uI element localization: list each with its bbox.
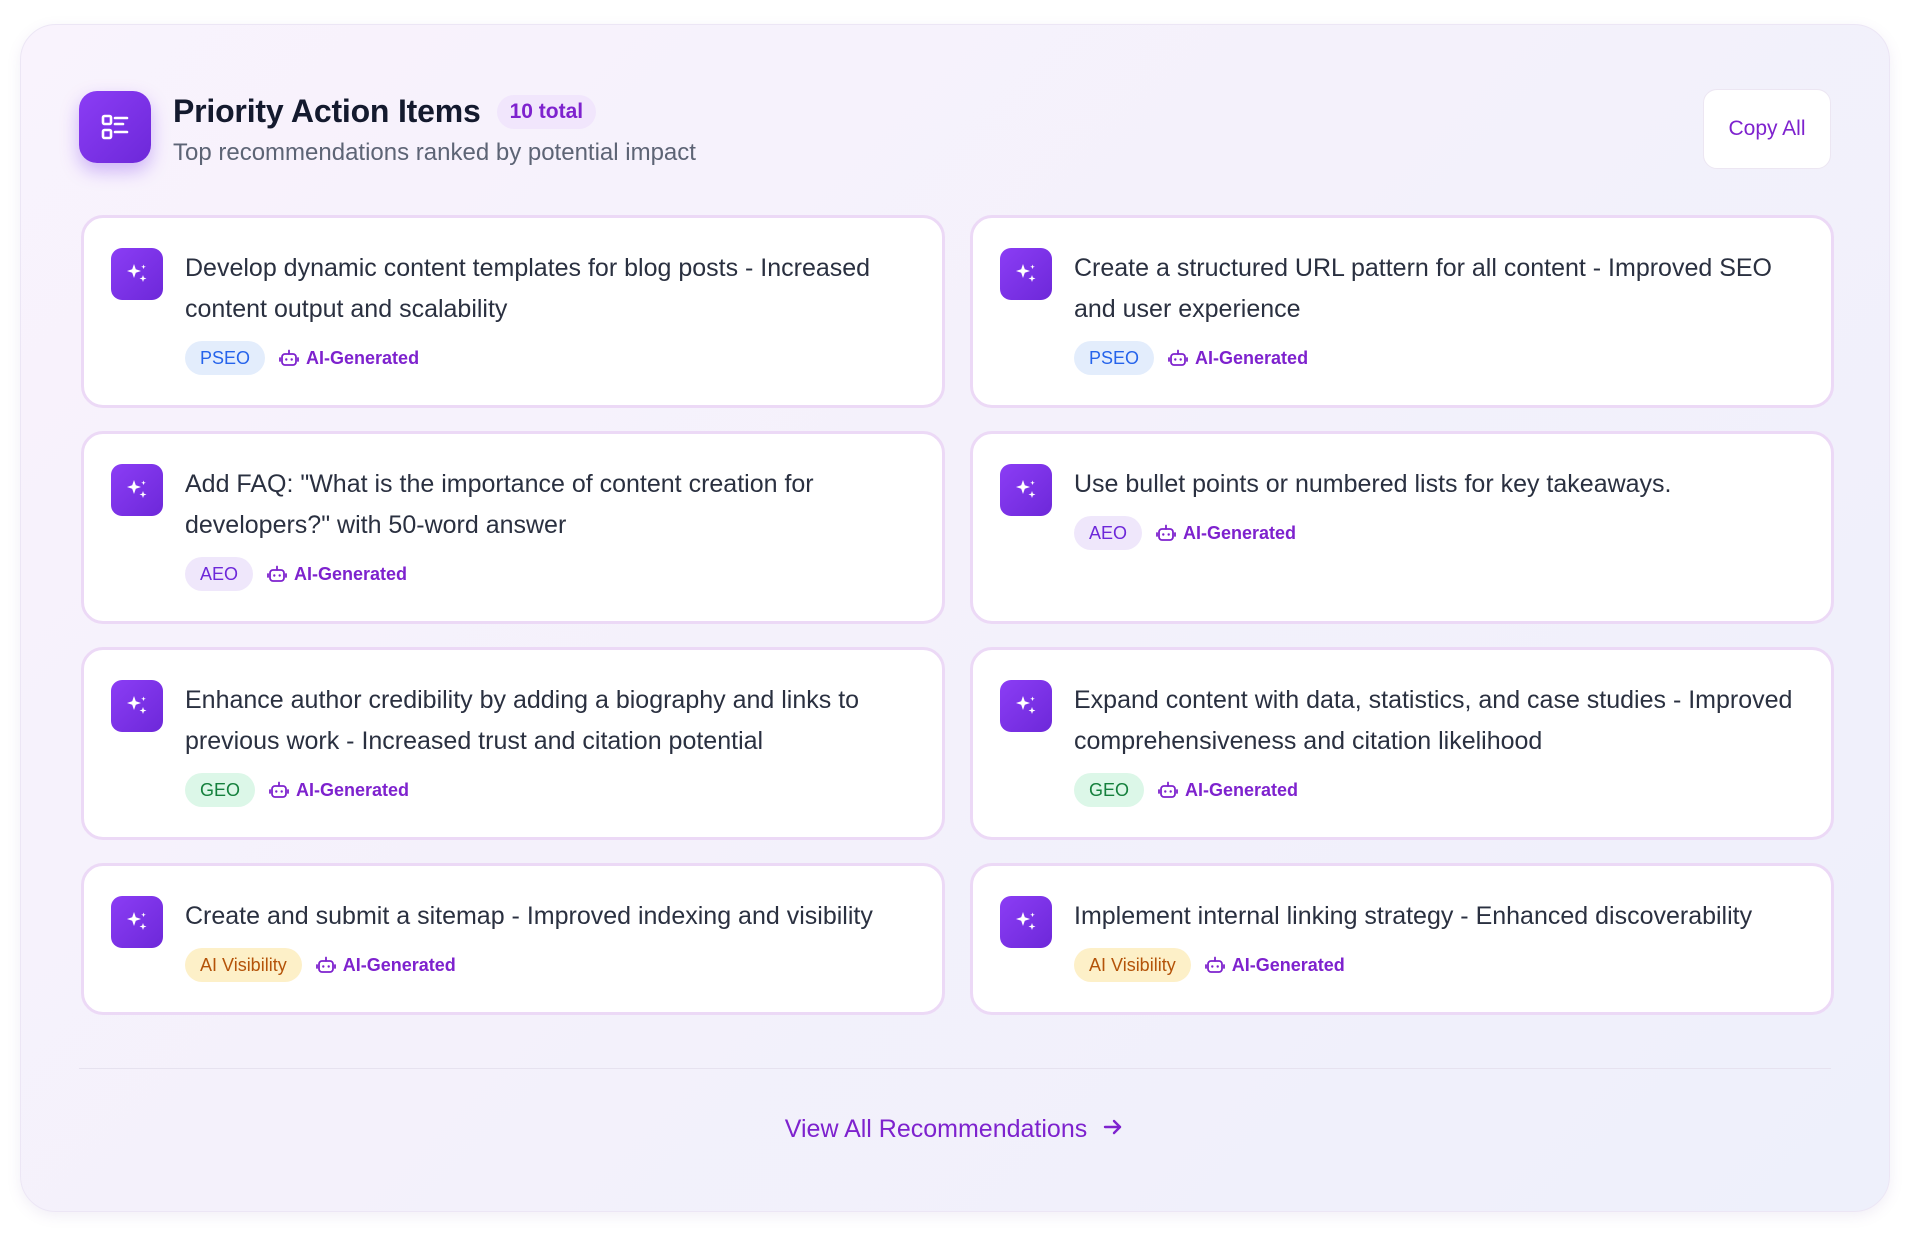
category-tag: GEO [1074,773,1145,807]
ai-generated-text: AI-Generated [342,954,456,975]
category-tag: PSEO [1074,341,1155,375]
ai-generated-label: AI-Generated [315,954,456,976]
action-item-card[interactable]: Expand content with data, statistics, an… [970,647,1834,840]
action-item-card[interactable]: Use bullet points or numbered lists for … [970,431,1834,624]
sparkles-icon [111,680,163,732]
view-all-row: View All Recommendations [21,1115,1889,1144]
ai-generated-text: AI-Generated [1231,954,1345,975]
action-item-card[interactable]: Add FAQ: "What is the importance of cont… [81,431,945,624]
sparkles-icon [1000,896,1052,948]
sparkles-icon [111,464,163,516]
ai-generated-text: AI-Generated [296,779,410,800]
category-tag: AEO [185,557,254,591]
robot-icon [1156,523,1176,543]
ai-generated-label: AI-Generated [279,348,419,369]
divider [79,1068,1831,1069]
card-tags: AEO AI-Generated [185,557,918,591]
card-body: Add FAQ: "What is the importance of cont… [185,464,918,591]
ai-generated-text: AI-Generated [294,563,408,584]
panel-header: Priority Action Items 10 total Top recom… [79,89,1831,171]
action-item-card[interactable]: Create a structured URL pattern for all … [970,215,1834,408]
ai-generated-label: AI-Generated [1158,780,1298,801]
total-count-badge: 10 total [496,94,597,129]
sparkles-icon [111,248,163,300]
ai-generated-label: AI-Generated [267,564,407,585]
ai-generated-label: AI-Generated [269,780,409,801]
action-item-text: Enhance author credibility by adding a b… [185,686,860,755]
sparkles-icon [111,896,163,948]
view-all-recommendations-link[interactable]: View All Recommendations [785,1115,1087,1144]
list-icon [79,91,151,163]
action-item-card[interactable]: Create and submit a sitemap - Improved i… [81,863,945,1015]
category-tag: GEO [185,773,256,807]
action-items-grid: Develop dynamic content templates for bl… [81,215,1834,1015]
card-tags: PSEO AI-Generated [1074,341,1807,375]
action-item-text: Develop dynamic content templates for bl… [185,254,871,323]
action-item-text: Add FAQ: "What is the importance of cont… [185,470,814,539]
action-item-text: Implement internal linking strategy - En… [1074,902,1753,930]
category-tag: AI Visibility [1074,948,1191,982]
card-body: Develop dynamic content templates for bl… [185,248,918,375]
card-body: Create a structured URL pattern for all … [1074,248,1807,375]
robot-icon [267,564,287,584]
ai-generated-text: AI-Generated [1183,522,1297,543]
category-tag: AI Visibility [185,948,302,982]
action-item-text: Expand content with data, statistics, an… [1074,686,1793,755]
ai-generated-label: AI-Generated [1168,348,1308,369]
robot-icon [279,348,299,368]
card-body: Use bullet points or numbered lists for … [1074,464,1807,550]
action-item-text: Use bullet points or numbered lists for … [1074,470,1672,498]
category-tag: AEO [1074,516,1143,550]
robot-icon [315,955,336,975]
card-tags: GEO AI-Generated [185,773,918,807]
category-tag: PSEO [185,341,266,375]
card-body: Enhance author credibility by adding a b… [185,680,918,807]
action-item-text: Create a structured URL pattern for all … [1074,254,1772,323]
sparkles-icon [1000,248,1052,300]
robot-icon [1168,348,1188,368]
card-body: Implement internal linking strategy - En… [1074,896,1807,982]
copy-all-button[interactable]: Copy All [1703,89,1831,169]
card-body: Expand content with data, statistics, an… [1074,680,1807,807]
action-item-text: Create and submit a sitemap - Improved i… [185,902,873,930]
card-tags: AI Visibility AI-Generated [1074,948,1807,982]
card-tags: AI Visibility AI-Generated [185,948,918,982]
ai-generated-label: AI-Generated [1156,523,1296,544]
ai-generated-text: AI-Generated [306,347,420,368]
card-tags: AEO AI-Generated [1074,516,1807,550]
action-item-card[interactable]: Develop dynamic content templates for bl… [81,215,945,408]
action-item-card[interactable]: Enhance author credibility by adding a b… [81,647,945,840]
ai-generated-text: AI-Generated [1185,779,1299,800]
ai-generated-label: AI-Generated [1204,954,1345,976]
card-tags: PSEO AI-Generated [185,341,918,375]
card-body: Create and submit a sitemap - Improved i… [185,896,918,982]
robot-icon [269,780,289,800]
sparkles-icon [1000,464,1052,516]
priority-action-items-panel: Priority Action Items 10 total Top recom… [20,24,1890,1212]
robot-icon [1158,780,1178,800]
card-tags: GEO AI-Generated [1074,773,1807,807]
robot-icon [1204,955,1225,975]
action-item-card[interactable]: Implement internal linking strategy - En… [970,863,1834,1015]
arrow-right-icon[interactable] [1101,1115,1125,1144]
page-title: Priority Action Items [173,93,481,129]
sparkles-icon [1000,680,1052,732]
ai-generated-text: AI-Generated [1195,347,1309,368]
title-row: Priority Action Items 10 total [173,93,597,130]
page-subtitle: Top recommendations ranked by potential … [173,139,696,166]
